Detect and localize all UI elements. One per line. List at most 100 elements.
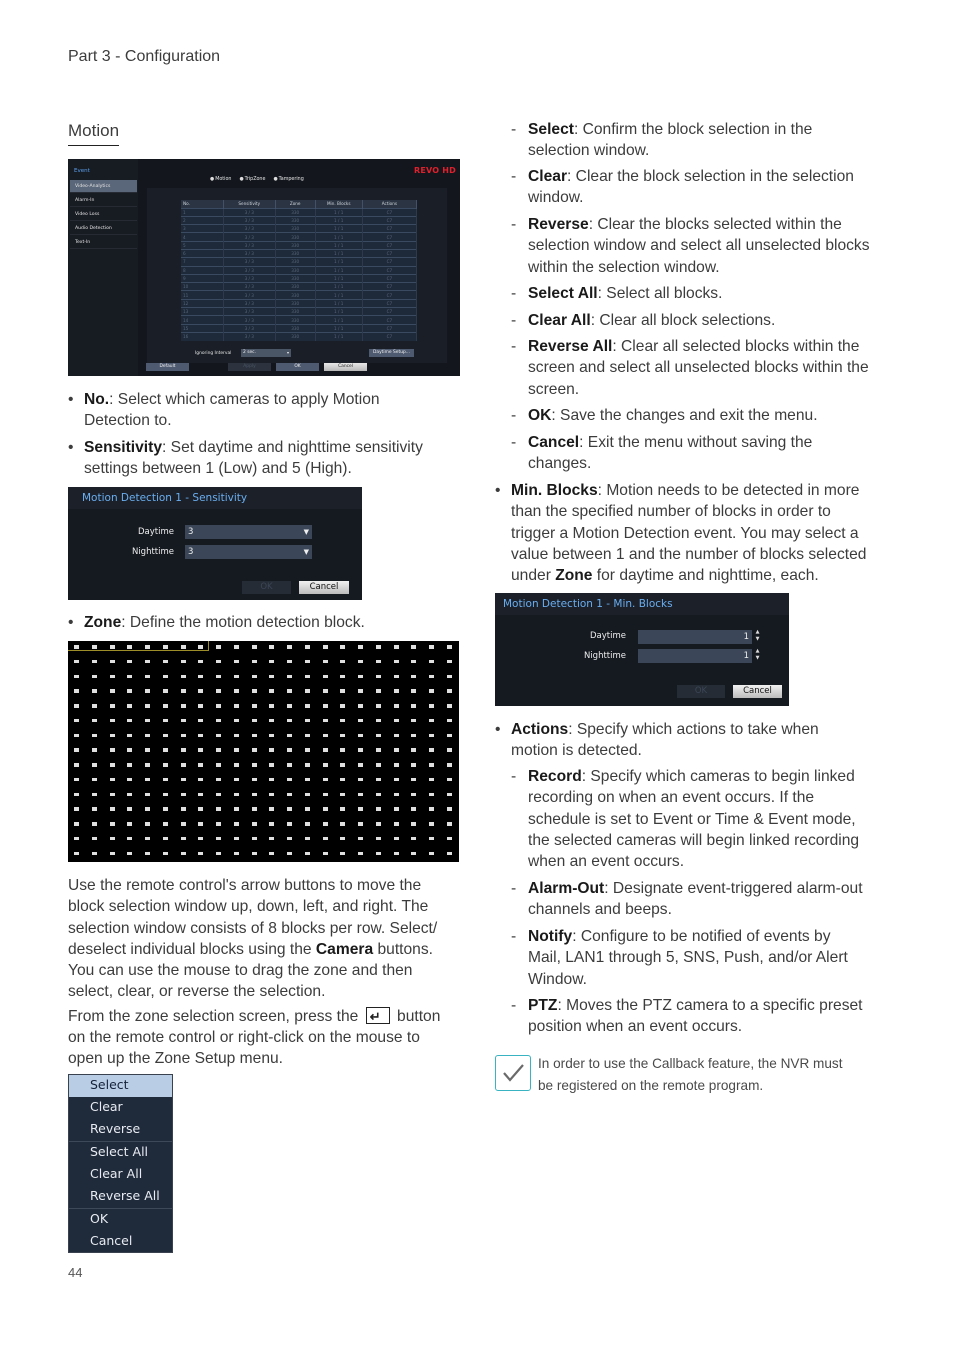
zone-block[interactable] [358,822,363,826]
zone-block[interactable] [358,807,363,811]
ok-button[interactable]: OK [677,685,725,698]
zone-block[interactable] [109,792,115,796]
zone-block[interactable] [180,748,186,752]
zone-block[interactable] [375,792,381,796]
zone-block[interactable] [74,645,79,649]
zone-block[interactable] [109,851,115,855]
zone-block[interactable] [198,645,204,649]
zone-block[interactable] [216,807,221,811]
zone-block[interactable] [287,822,292,826]
table-row[interactable]: 83 / 3 330 1 / 1 C7 [181,265,418,275]
zone-block[interactable] [216,689,221,693]
zone-block[interactable] [180,807,186,811]
zone-block[interactable] [269,748,275,752]
zone-block[interactable] [304,777,310,782]
zone-block[interactable] [340,777,346,782]
zone-block[interactable] [393,733,399,737]
zone-block[interactable] [251,645,257,649]
zone-grid[interactable] [68,641,459,862]
zone-block[interactable] [375,674,381,678]
zone-block[interactable] [393,807,399,811]
table-row[interactable]: 33 / 3 330 1 / 1 C7 [181,224,418,233]
zone-block[interactable] [180,836,186,841]
zone-block[interactable] [446,659,452,664]
zone-block[interactable] [358,645,363,649]
zone-block[interactable] [91,792,97,796]
zone-block[interactable] [269,674,275,678]
zone-block[interactable] [287,851,292,855]
zone-block[interactable] [251,659,257,664]
zone-block[interactable] [340,792,346,796]
zone-block[interactable] [393,674,399,678]
zone-block[interactable] [74,822,79,826]
zone-block[interactable] [269,807,275,811]
zone-block[interactable] [304,792,310,796]
zone-block[interactable] [429,777,434,782]
zone-block[interactable] [411,645,417,649]
zone-block[interactable] [162,792,168,796]
zone-block[interactable] [269,792,275,796]
zone-block[interactable] [446,792,452,796]
zone-block[interactable] [340,645,346,649]
zone-block[interactable] [127,792,133,796]
zone-block[interactable] [322,807,328,811]
ignoring-interval-select[interactable]: 2 sec. [241,349,291,357]
zone-block[interactable] [198,733,204,737]
zone-block[interactable] [411,851,417,855]
zone-block[interactable] [393,704,399,708]
zone-block[interactable] [358,851,363,855]
zone-block[interactable] [145,777,150,782]
zone-block[interactable] [216,674,221,678]
zone-block[interactable] [375,689,381,693]
table-row[interactable]: 16 3 / 3 330 1 / 1 C7 [181,331,418,341]
zone-block[interactable] [127,836,133,841]
menu-item-clear-all[interactable]: Clear All [69,1164,172,1186]
zone-block[interactable] [287,674,292,678]
zone-block[interactable] [74,689,79,693]
zone-block[interactable] [446,777,452,782]
zone-block[interactable] [446,674,452,678]
menu-item-select-all[interactable]: Select All [69,1142,172,1164]
zone-block[interactable] [393,689,399,693]
zone-block[interactable] [127,822,133,826]
zone-block[interactable] [127,851,133,855]
zone-block[interactable] [180,689,186,693]
zone-block[interactable] [233,822,239,826]
zone-block[interactable] [145,836,150,841]
zone-block[interactable] [74,763,79,767]
zone-block[interactable] [446,851,452,855]
zone-block[interactable] [411,704,417,708]
zone-block[interactable] [269,822,275,826]
zone-block[interactable] [375,851,381,855]
zone-block[interactable] [287,704,292,708]
zone-block[interactable] [340,822,346,826]
zone-block[interactable] [251,822,257,826]
col-no[interactable]: No. [181,200,224,208]
zone-block[interactable] [358,704,363,708]
zone-block[interactable] [375,659,381,664]
table-row[interactable]: 43 / 3 330 1 / 1 C7 [181,232,418,242]
zone-block[interactable] [251,733,257,737]
zone-block[interactable] [74,836,79,841]
zone-block[interactable] [109,645,115,649]
zone-block[interactable] [180,659,186,664]
nighttime-sensitivity-select[interactable]: 3 ▼ [185,545,312,559]
zone-block[interactable] [162,777,168,782]
zone-block[interactable] [393,645,399,649]
zone-block[interactable] [109,836,115,841]
zone-block[interactable] [340,718,346,723]
zone-block[interactable] [340,763,346,767]
zone-block[interactable] [216,851,221,855]
zone-block[interactable] [162,807,168,811]
zone-block[interactable] [145,689,150,693]
zone-block[interactable] [145,704,150,708]
zone-block[interactable] [269,836,275,841]
zone-block[interactable] [180,777,186,782]
zone-block[interactable] [375,733,381,737]
zone-block[interactable] [358,659,363,664]
zone-block[interactable] [109,733,115,737]
sidebar-item-audio-detection[interactable]: Audio Detection [70,222,137,235]
zone-block[interactable] [287,659,292,664]
zone-block[interactable] [429,704,434,708]
zone-block[interactable] [127,689,133,693]
